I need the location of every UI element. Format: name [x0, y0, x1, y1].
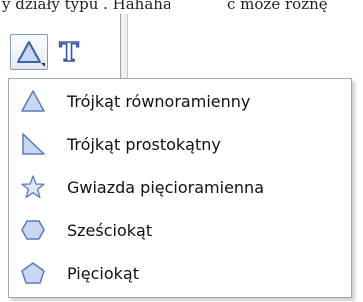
background-document-text-right: ć może różnę	[227, 0, 363, 28]
menu-item-label: Trójkąt prostokątny	[67, 134, 221, 154]
dropdown-indicator-icon	[41, 63, 45, 67]
shape-tool-button[interactable]	[10, 34, 48, 70]
menu-item-label: Trójkąt równoramienny	[67, 91, 251, 111]
shape-dropdown-menu: Trójkąt równoramienny Trójkąt prostokątn…	[8, 78, 352, 298]
background-text-right: ć może różnę	[227, 0, 328, 13]
menu-item-pentagon[interactable]: Pięciokąt	[9, 253, 351, 293]
text-t-icon: T	[59, 38, 81, 66]
menu-item-hexagon[interactable]: Sześciokąt	[9, 210, 351, 250]
drawing-toolbar: T	[0, 14, 138, 94]
svg-text:T: T	[59, 38, 79, 66]
menu-item-isosceles-triangle[interactable]: Trójkąt równoramienny	[9, 81, 351, 121]
pentagon-icon	[21, 262, 45, 284]
background-text-left: y działy typu . Hahahahalarte	[2, 0, 170, 13]
triangle-icon	[17, 41, 41, 63]
right-triangle-icon	[22, 133, 45, 155]
text-tool-button[interactable]: T	[50, 34, 88, 70]
menu-item-label: Pięciokąt	[67, 263, 139, 283]
isosceles-triangle-icon	[21, 90, 45, 112]
menu-item-label: Gwiazda pięcioramienna	[67, 177, 264, 197]
hexagon-icon	[21, 220, 45, 240]
five-point-star-icon	[21, 175, 45, 199]
menu-item-right-triangle[interactable]: Trójkąt prostokątny	[9, 124, 351, 164]
menu-item-label: Sześciokąt	[67, 220, 153, 240]
menu-item-five-point-star[interactable]: Gwiazda pięcioramienna	[9, 167, 351, 207]
